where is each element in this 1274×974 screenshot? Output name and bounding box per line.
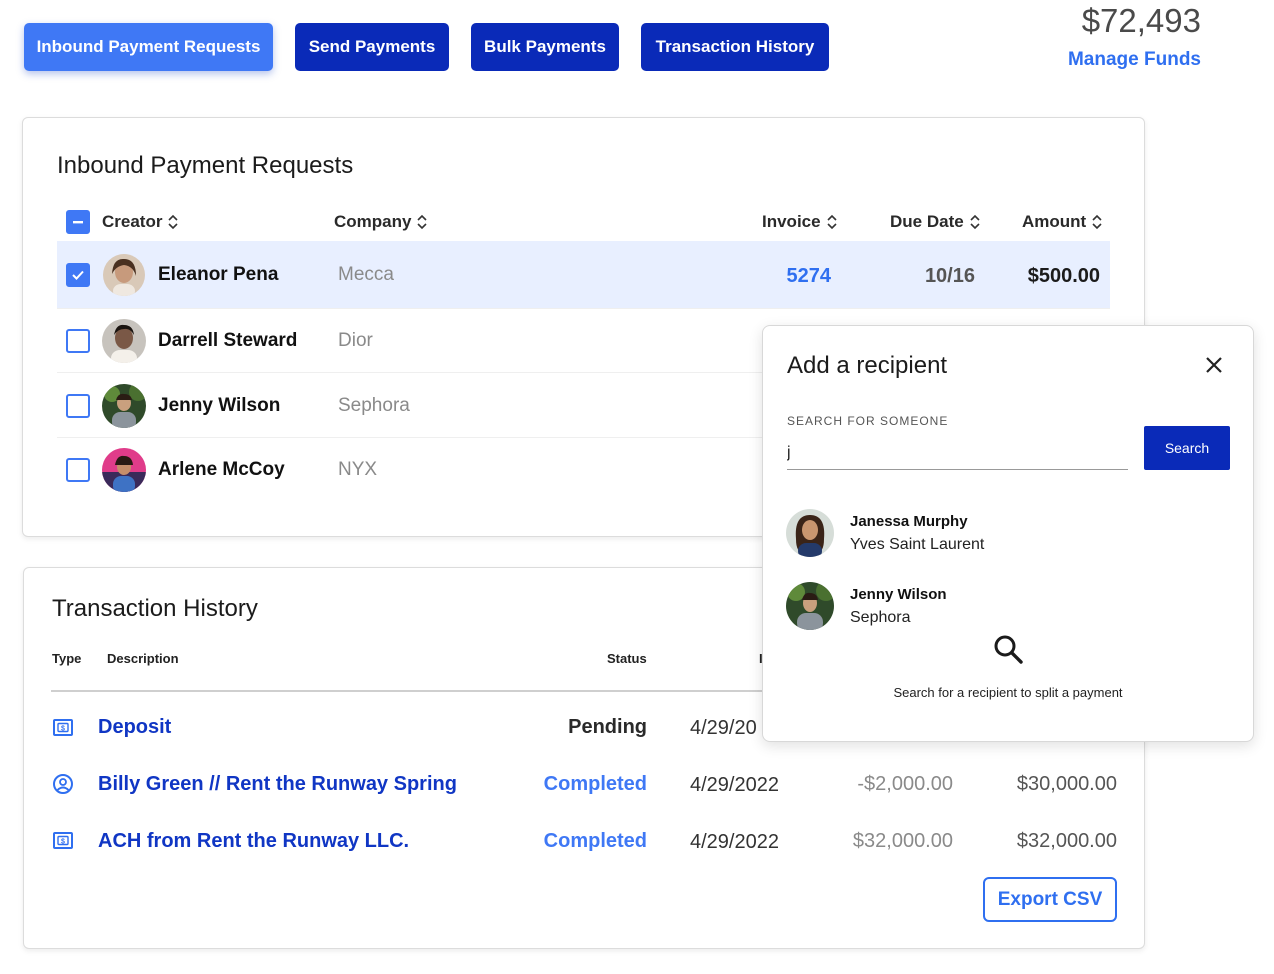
company-name: Sephora: [338, 395, 410, 416]
transaction-description[interactable]: Billy Green // Rent the Runway Spring: [98, 773, 457, 796]
transaction-balance: $30,000.00: [1016, 773, 1117, 795]
transaction-history-title: Transaction History: [52, 595, 258, 622]
row-checkbox[interactable]: [66, 329, 90, 353]
sort-icon: [1092, 214, 1102, 230]
export-csv-button[interactable]: Export CSV: [983, 877, 1117, 922]
select-all-checkbox[interactable]: [66, 210, 90, 234]
company-name: Dior: [338, 330, 373, 351]
result-name[interactable]: Janessa Murphy: [850, 513, 968, 530]
sort-icon: [827, 214, 837, 230]
transaction-date: 4/29/2022: [690, 774, 779, 796]
transaction-status: Completed: [543, 830, 647, 852]
company-name: Mecca: [338, 264, 394, 285]
tab-inbound-payment-requests[interactable]: Inbound Payment Requests: [24, 23, 273, 71]
column-due-date-label: Due Date: [890, 212, 964, 231]
avatar: [102, 319, 146, 363]
creator-name: Eleanor Pena: [158, 264, 279, 285]
transaction-date: 4/29/20: [690, 717, 757, 739]
tab-transaction-history[interactable]: Transaction History: [641, 23, 829, 71]
modal-title: Add a recipient: [787, 352, 948, 379]
creator-name: Arlene McCoy: [158, 459, 285, 480]
column-company[interactable]: Company: [334, 212, 428, 232]
transaction-status: Pending: [568, 716, 647, 738]
invoice-link[interactable]: 5274: [787, 265, 832, 288]
row-checkbox[interactable]: [66, 394, 90, 418]
row-checkbox[interactable]: [66, 458, 90, 482]
sort-icon: [417, 214, 428, 230]
column-amount-label: Amount: [1022, 212, 1087, 231]
manage-funds-link[interactable]: Manage Funds: [1068, 49, 1201, 71]
search-button[interactable]: Search: [1144, 426, 1230, 470]
sort-icon: [970, 214, 980, 230]
tab-send-payments[interactable]: Send Payments: [295, 23, 449, 71]
modal-hint-text: Search for a recipient to split a paymen…: [893, 685, 1123, 700]
avatar: [102, 384, 146, 428]
column-due-date[interactable]: Due Date: [890, 212, 980, 232]
account-balance: $72,493: [1081, 2, 1201, 39]
search-label: SEARCH FOR SOMEONE: [787, 414, 949, 428]
due-date: 10/16: [924, 265, 975, 287]
transaction-date: 4/29/2022: [690, 831, 779, 853]
user-circle-icon: [53, 774, 73, 794]
recipient-search-input[interactable]: [787, 436, 1128, 470]
tab-bulk-payments[interactable]: Bulk Payments: [471, 23, 619, 71]
sort-icon: [168, 214, 179, 230]
avatar[interactable]: [786, 582, 834, 630]
column-type: Type: [52, 651, 82, 666]
transaction-amount: -$2,000.00: [857, 773, 953, 795]
transaction-status: Completed: [543, 773, 647, 795]
result-name[interactable]: Jenny Wilson: [850, 586, 947, 603]
company-name: NYX: [338, 459, 378, 480]
svg-text:$: $: [61, 726, 65, 733]
transaction-amount: $32,000.00: [852, 830, 953, 852]
column-invoice-label: Invoice: [762, 212, 821, 231]
transaction-description[interactable]: ACH from Rent the Runway LLC.: [98, 830, 409, 853]
column-amount[interactable]: Amount: [1022, 212, 1102, 232]
transaction-balance: $32,000.00: [1016, 830, 1117, 852]
creator-name: Darrell Steward: [158, 330, 298, 351]
dollar-bill-icon: $: [53, 719, 73, 736]
column-creator[interactable]: Creator: [102, 212, 179, 232]
result-company: Yves Saint Laurent: [850, 536, 985, 553]
svg-text:$: $: [61, 839, 65, 846]
amount: $500.00: [1027, 265, 1100, 287]
column-creator-label: Creator: [102, 212, 163, 231]
inbound-requests-title: Inbound Payment Requests: [57, 152, 354, 179]
avatar[interactable]: [786, 509, 834, 557]
column-description: Description: [107, 651, 179, 666]
search-icon: [994, 635, 1023, 664]
avatar: [102, 448, 146, 492]
avatar: [103, 254, 145, 296]
add-recipient-modal: Add a recipient SEARCH FOR SOMEONE Searc…: [762, 325, 1254, 742]
result-company: Sephora: [850, 609, 911, 626]
column-status: Status: [607, 651, 647, 666]
close-icon[interactable]: [1205, 356, 1223, 374]
column-invoice[interactable]: Invoice: [762, 212, 837, 232]
row-checkbox[interactable]: [66, 263, 90, 287]
column-company-label: Company: [334, 212, 412, 231]
creator-name: Jenny Wilson: [158, 395, 281, 416]
dollar-bill-icon: $: [53, 832, 73, 849]
transaction-description[interactable]: Deposit: [98, 716, 171, 739]
